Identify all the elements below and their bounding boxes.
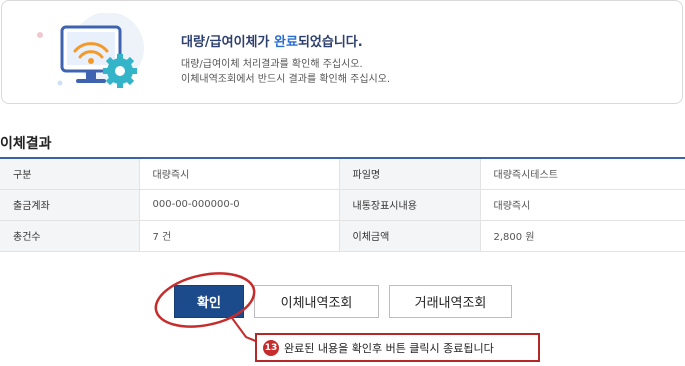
callout-text: 완료된 내용을 확인후 버튼 클릭시 종료됩니다 (284, 341, 494, 355)
confirm-button[interactable]: 확인 (174, 285, 244, 318)
banner-line-1: 대량/급여이체 처리결과를 확인해 주십시오. (181, 59, 363, 70)
step-number-badge: 13 (263, 339, 279, 356)
row-value: 2,800 원 (480, 220, 685, 252)
monitor-wifi-gear-icon (37, 13, 144, 88)
table-row: 출금계좌 000-00-000000-0 내통장표시내용 대량즉시 (0, 189, 685, 221)
banner-title-part3: 되었습니다. (297, 35, 363, 50)
row-header: 파일명 (339, 158, 481, 190)
banner-title-part1: 대량/급여이체 (181, 35, 258, 50)
row-header: 출금계좌 (0, 189, 140, 221)
banner-title: 대량/급여이체가 완료되었습니다. (181, 31, 363, 50)
table-row: 총건수 7 건 이체금액 2,800 원 (0, 220, 685, 252)
row-value: 000-00-000000-0 (139, 189, 340, 221)
row-value: 대량즉시테스트 (480, 158, 685, 190)
row-value: 대량즉시 (480, 189, 685, 221)
banner-line-2: 이체내역조회에서 반드시 결과를 확인해 주십시오. (181, 74, 391, 85)
row-header: 내통장표시내용 (339, 189, 481, 221)
transaction-history-button[interactable]: 거래내역조회 (389, 285, 512, 318)
annotation-callout: 13 완료된 내용을 확인후 버튼 클릭시 종료됩니다 (255, 333, 540, 362)
completion-banner: 대량/급여이체가 완료되었습니다. 대량/급여이체 처리결과를 확인해 주십시오… (1, 0, 683, 104)
banner-title-accent: 완료 (274, 35, 298, 50)
banner-title-part2: 가 (257, 35, 275, 50)
row-header: 이체금액 (339, 220, 481, 252)
result-table: 구분 대량즉시 파일명 대량즉시테스트 출금계좌 000-00-000000-0… (0, 157, 685, 252)
transfer-history-button[interactable]: 이체내역조회 (254, 285, 379, 318)
row-header: 구분 (0, 158, 140, 190)
table-row: 구분 대량즉시 파일명 대량즉시테스트 (0, 158, 685, 190)
row-value: 7 건 (139, 220, 340, 252)
section-title: 이체결과 (0, 136, 52, 152)
row-header: 총건수 (0, 220, 140, 252)
row-value: 대량즉시 (139, 158, 340, 190)
